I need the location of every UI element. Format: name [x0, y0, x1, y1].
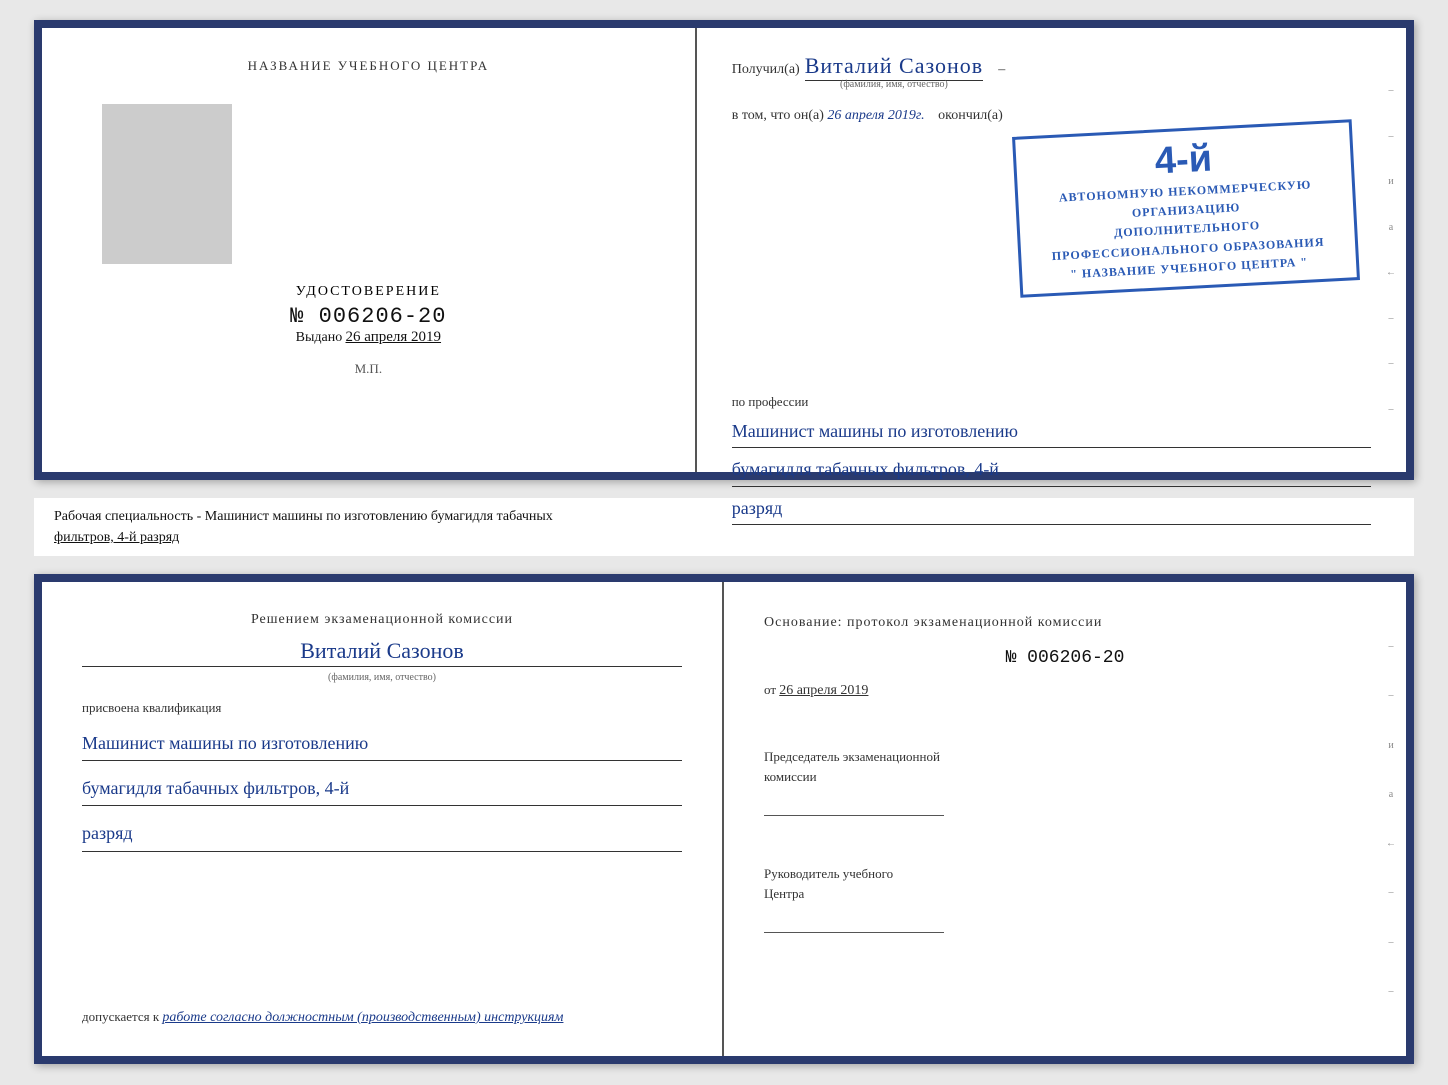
name-block-bottom: Виталий Сазонов (фамилия, имя, отчество) — [82, 638, 682, 685]
i-char-b: и — [1381, 740, 1401, 751]
middle-text-line1: Рабочая специальность - Машинист машины … — [54, 509, 553, 524]
predsedatel-block: Председатель экзаменационной комиссии — [764, 747, 1366, 816]
dash-after-name: – — [998, 62, 1005, 78]
okonchil-label: окончил(а) — [938, 108, 1003, 123]
certificate-top: НАЗВАНИЕ УЧЕБНОГО ЦЕНТРА УДОСТОВЕРЕНИЕ №… — [34, 20, 1414, 480]
rukovoditel-label: Руководитель учебного Центра — [764, 864, 1366, 903]
left-arrow: ← — [1381, 267, 1401, 278]
dash3: – — [1381, 313, 1401, 324]
profession-label-top: по профессии — [732, 394, 1371, 410]
vydano-label: Выдано — [296, 330, 343, 345]
right-strip-bottom: – – и а ← – – – — [1381, 582, 1401, 1056]
poluchil-label: Получил(а) — [732, 62, 800, 78]
a-char: а — [1381, 222, 1401, 233]
ot-date: 26 апреля 2019 — [779, 683, 868, 698]
right-strip-top: – – и а ← – – – — [1381, 28, 1401, 472]
a-char-b: а — [1381, 789, 1401, 800]
dash-b5: – — [1381, 986, 1401, 997]
qualification-line1: Машинист машины по изготовлению — [82, 726, 682, 761]
stamp-block: 4-й АВТОНОМНУЮ НЕКОММЕРЧЕСКУЮ ОРГАНИЗАЦИ… — [1012, 119, 1360, 298]
qualification-line2: бумагидля табачных фильтров, 4-й — [82, 771, 682, 806]
photo-placeholder — [102, 104, 232, 264]
dash-b3: – — [1381, 887, 1401, 898]
dopuskaetsya-label: допускается к — [82, 1009, 159, 1024]
dash1: – — [1381, 85, 1401, 96]
dash-b2: – — [1381, 690, 1401, 701]
poluchil-line: Получил(а) Виталий Сазонов (фамилия, имя… — [732, 53, 1371, 90]
decision-text: Решением экзаменационной комиссии — [82, 612, 682, 628]
vydano-line: Выдано 26 апреля 2019 — [296, 329, 441, 356]
dash4: – — [1381, 358, 1401, 369]
dash2: – — [1381, 131, 1401, 142]
dopuskaetsya-text: работе согласно должностным (производств… — [162, 1010, 563, 1025]
certificate-bottom: Решением экзаменационной комиссии Витали… — [34, 574, 1414, 1064]
ot-line: от 26 апреля 2019 — [764, 682, 1366, 699]
predsedatel-label: Председатель экзаменационной комиссии — [764, 747, 1366, 786]
profession-line1-top: Машинист машины по изготовлению — [732, 415, 1371, 448]
udostoverenie-block: УДОСТОВЕРЕНИЕ № 006206-20 — [290, 284, 446, 329]
cert-bottom-right: Основание: протокол экзаменационной коми… — [724, 582, 1406, 1056]
dash5: – — [1381, 404, 1401, 415]
predsedatel-signature-line — [764, 796, 944, 816]
rukovoditel-signature-line — [764, 913, 944, 933]
qualification-line3: разряд — [82, 816, 682, 851]
dash-b1: – — [1381, 641, 1401, 652]
protocol-number: № 006206-20 — [764, 648, 1366, 668]
recipient-name-bottom: Виталий Сазонов — [82, 638, 682, 667]
completion-date: 26 апреля 2019г. — [827, 108, 924, 123]
cert-top-left: НАЗВАНИЕ УЧЕБНОГО ЦЕНТРА УДОСТОВЕРЕНИЕ №… — [42, 28, 697, 472]
ot-label: от — [764, 682, 776, 697]
top-section-title: НАЗВАНИЕ УЧЕБНОГО ЦЕНТРА — [248, 58, 489, 74]
v-tom-label: в том, что он(а) — [732, 108, 824, 123]
vydano-date: 26 апреля 2019 — [346, 329, 442, 345]
recipient-name-top: Виталий Сазонов — [805, 53, 983, 81]
prisvoena-text: присвоена квалификация — [82, 700, 682, 716]
mp-label: М.П. — [355, 361, 382, 377]
rukovoditel-block: Руководитель учебного Центра — [764, 864, 1366, 933]
cert-top-right: Получил(а) Виталий Сазонов (фамилия, имя… — [697, 28, 1406, 472]
i-char: и — [1381, 176, 1401, 187]
dopuskaetsya-line: допускается к работе согласно должностны… — [82, 1009, 682, 1026]
middle-text-line2: фильтров, 4-й разряд — [54, 530, 179, 545]
name-sublabel-bottom: (фамилия, имя, отчество) — [328, 672, 436, 683]
left-arrow-b: ← — [1381, 838, 1401, 849]
v-tom-line: в том, что он(а) 26 апреля 2019г. окончи… — [732, 108, 1371, 124]
osnovanie-text: Основание: протокол экзаменационной коми… — [764, 612, 1366, 634]
dash-b4: – — [1381, 937, 1401, 948]
profession-line2-top: бумагидля табачных фильтров, 4-й — [732, 453, 1371, 486]
cert-number-top: № 006206-20 — [290, 304, 446, 329]
profession-section-top: по профессии Машинист машины по изготовл… — [732, 334, 1371, 525]
udostoverenie-label: УДОСТОВЕРЕНИЕ — [290, 284, 446, 300]
cert-bottom-left: Решением экзаменационной комиссии Витали… — [42, 582, 724, 1056]
profession-line3-top: разряд — [732, 492, 1371, 525]
